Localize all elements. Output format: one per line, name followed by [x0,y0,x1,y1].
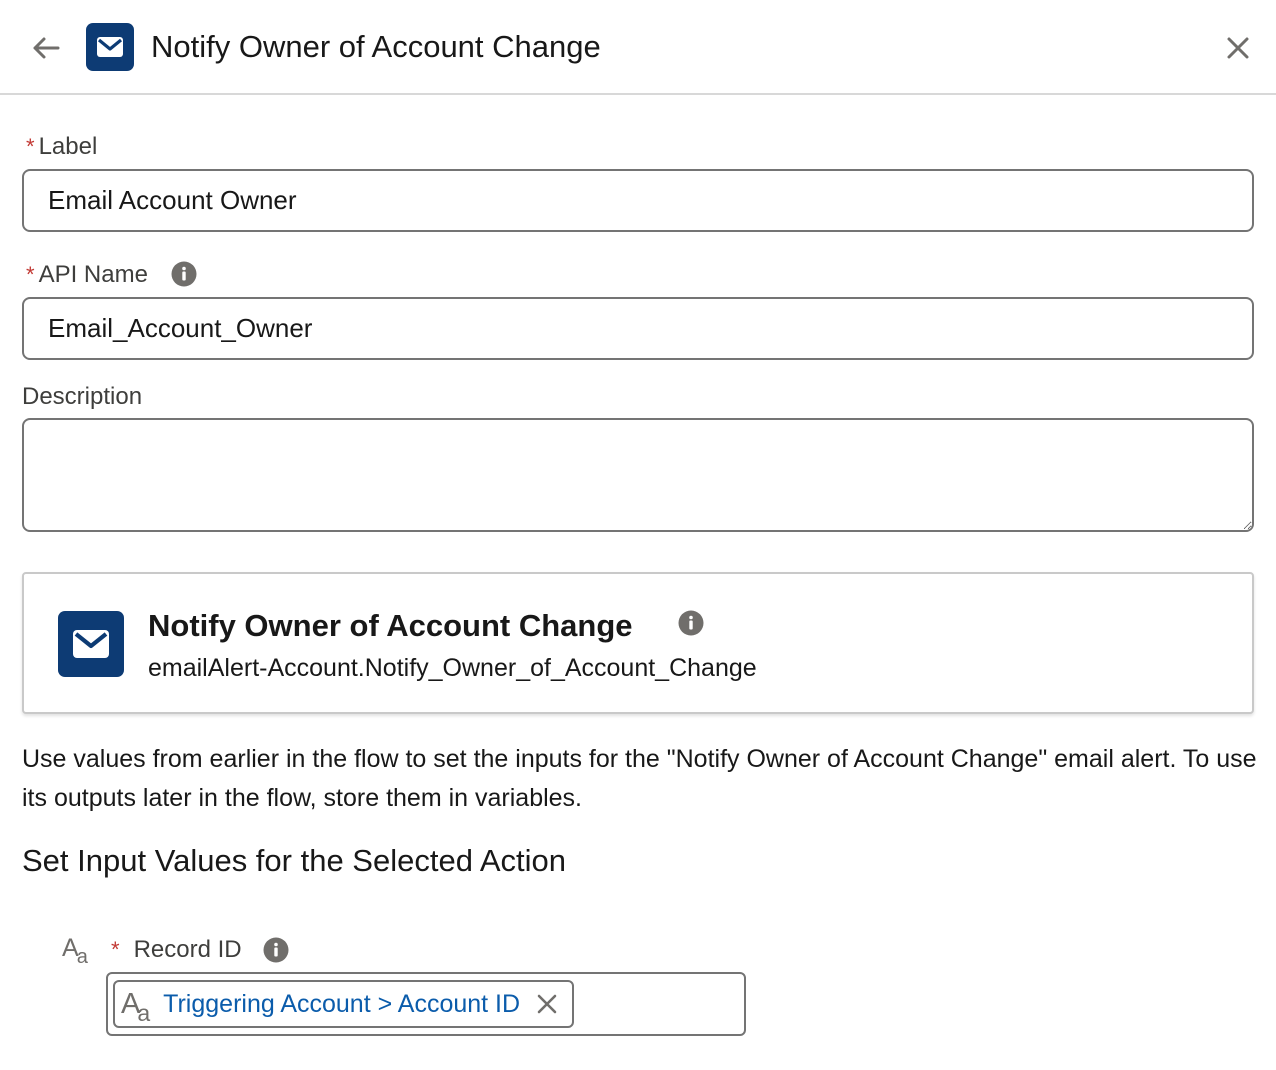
required-marker: * [26,262,35,287]
info-icon[interactable] [263,937,289,963]
text-type-icon: Aa [62,934,88,968]
api-name-field-label: * API Name [26,261,148,289]
required-marker: * [111,937,120,962]
close-icon [1227,37,1249,59]
description-textarea[interactable] [22,418,1254,532]
label-field-label-text: Label [38,133,98,160]
email-icon [58,611,124,677]
resource-pill[interactable]: Aa Triggering Account > Account ID [113,980,575,1028]
info-icon[interactable] [171,261,197,287]
page-title: Notify Owner of Account Change [151,29,601,64]
description-field-label: Description [22,383,143,410]
api-name-field-label-text: API Name [38,261,148,288]
action-api-name: emailAlert-Account.Notify_Owner_of_Accou… [148,654,757,682]
info-icon[interactable] [678,610,704,636]
close-button[interactable] [1222,32,1254,64]
text-type-icon: Aa [121,987,151,1026]
required-marker: * [26,134,35,159]
api-name-input[interactable] [22,297,1254,360]
back-button[interactable] [28,30,64,66]
help-text: Use values from earlier in the flow to s… [22,745,1257,812]
selected-action-card: Notify Owner of Account Change emailAler… [22,572,1254,714]
label-input[interactable] [22,169,1254,232]
label-field-label: * Label [26,133,97,161]
pill-label: Triggering Account > Account ID [163,989,521,1018]
record-id-label-text: Record ID [133,936,242,963]
back-arrow-icon [33,37,60,59]
record-id-label: * Record ID [111,936,242,964]
record-id-input[interactable]: Aa Triggering Account > Account ID [106,972,746,1036]
modal-header: Notify Owner of Account Change [0,0,1276,95]
section-heading: Set Input Values for the Selected Action [22,843,566,878]
remove-icon[interactable] [536,993,558,1015]
action-title: Notify Owner of Account Change [148,608,633,643]
email-icon [86,23,134,71]
